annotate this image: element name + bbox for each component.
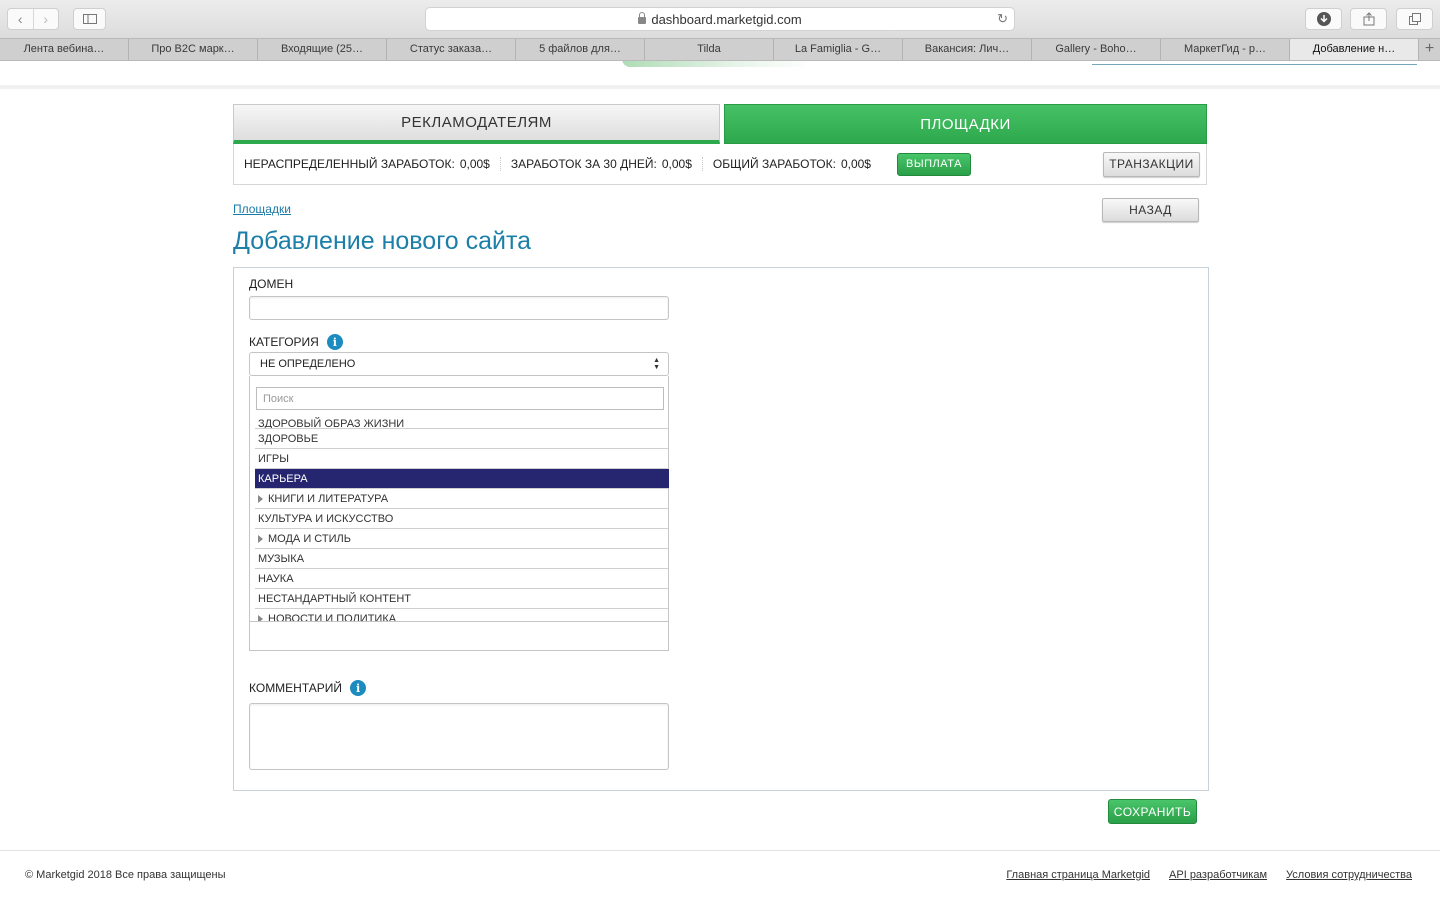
dropdown-footer bbox=[250, 621, 668, 650]
browser-tab[interactable]: Лента вебина… bbox=[0, 39, 129, 60]
category-dropdown: Поиск ЗДОРОВЫЙ ОБРАЗ ЖИЗНИ ЗДОРОВЬЕ ИГРЫ КА… bbox=[249, 376, 669, 651]
category-option[interactable]: ЗДОРОВЬЕ bbox=[255, 429, 669, 449]
transactions-button[interactable]: ТРАНЗАКЦИИ bbox=[1103, 151, 1200, 177]
footer-links: Главная страница Marketgid API разработч… bbox=[1006, 869, 1412, 881]
tab-strip: Лента вебина… Про B2C марк… Входящие (25… bbox=[0, 38, 1440, 61]
info-icon[interactable]: i bbox=[350, 680, 367, 696]
category-option-label: НАУКА bbox=[258, 572, 294, 585]
tabs-overview-icon[interactable] bbox=[1396, 8, 1433, 30]
back-button[interactable]: НАЗАД bbox=[1102, 198, 1199, 222]
browser-tab[interactable]: La Famiglia - G… bbox=[774, 39, 903, 60]
reload-icon[interactable]: ↻ bbox=[997, 11, 1008, 27]
earnings-unallocated-label: НЕРАСПРЕДЕЛЕННЫЙ ЗАРАБОТОК: bbox=[244, 157, 455, 171]
browser-tab[interactable]: 5 файлов для… bbox=[516, 39, 645, 60]
earnings-30-days-value: 0,00$ bbox=[661, 157, 692, 171]
browser-toolbar: ‹ › dashboard.marketgid.com ↻ bbox=[0, 0, 1440, 38]
category-option-label: МОДА И СТИЛЬ bbox=[268, 532, 351, 545]
address-text: dashboard.marketgid.com bbox=[651, 11, 802, 27]
browser-tab[interactable]: Статус заказа… bbox=[387, 39, 516, 60]
category-option[interactable]: НАУКА bbox=[255, 569, 669, 589]
earnings-total-value: 0,00$ bbox=[840, 157, 871, 171]
browser-tab[interactable]: МаркетГид - р… bbox=[1161, 39, 1290, 60]
sidebar-toggle-icon[interactable] bbox=[73, 8, 106, 30]
lock-icon bbox=[638, 11, 647, 24]
downloads-icon[interactable] bbox=[1305, 8, 1342, 30]
category-option[interactable]: ЗДОРОВЫЙ ОБРАЗ ЖИЗНИ bbox=[255, 416, 669, 429]
footer-link-home[interactable]: Главная страница Marketgid bbox=[1006, 869, 1150, 881]
earnings-bar: НЕРАСПРЕДЕЛЕННЫЙ ЗАРАБОТОК: 0,00$ ЗАРАБО… bbox=[233, 144, 1207, 185]
category-option-label: ЗДОРОВЬЕ bbox=[258, 432, 319, 445]
category-option[interactable]: КУЛЬТУРА И ИСКУССТВО bbox=[255, 509, 669, 529]
category-option-selected[interactable]: КАРЬЕРА bbox=[255, 469, 669, 489]
domain-label: ДОМЕН bbox=[249, 277, 293, 291]
footer-copyright: © Marketgid 2018 Все права защищены bbox=[25, 869, 226, 881]
breadcrumb[interactable]: Площадки bbox=[233, 202, 291, 216]
category-option-label: КНИГИ И ЛИТЕРАТУРА bbox=[268, 492, 389, 505]
expand-caret-icon[interactable] bbox=[258, 494, 263, 503]
earnings-30-days-label: ЗАРАБОТОК ЗА 30 ДНЕЙ: bbox=[510, 157, 657, 171]
domain-label-text: ДОМЕН bbox=[249, 277, 294, 291]
category-label-text: КАТЕГОРИЯ bbox=[249, 335, 319, 349]
expand-caret-icon[interactable] bbox=[258, 534, 263, 543]
comment-textarea[interactable] bbox=[249, 703, 669, 770]
category-search-input[interactable]: Поиск bbox=[256, 387, 664, 410]
page-title: Добавление нового сайта bbox=[233, 227, 532, 255]
info-icon[interactable]: i bbox=[326, 334, 343, 350]
category-option-label: МУЗЫКА bbox=[258, 552, 305, 565]
category-option-label: КАРЬЕРА bbox=[258, 472, 308, 485]
footer-divider bbox=[0, 850, 1440, 851]
browser-tab[interactable]: Про B2C марк… bbox=[129, 39, 258, 60]
earnings-30-days: ЗАРАБОТОК ЗА 30 ДНЕЙ: 0,00$ bbox=[499, 157, 702, 171]
save-button[interactable]: СОХРАНИТЬ bbox=[1108, 799, 1197, 824]
browser-tab-active[interactable]: Добавление н… bbox=[1290, 39, 1419, 60]
section-tabs: РЕКЛАМОДАТЕЛЯМ ПЛОЩАДКИ bbox=[233, 104, 1207, 144]
category-option[interactable]: КНИГИ И ЛИТЕРАТУРА bbox=[255, 489, 669, 509]
category-option-label: ЗДОРОВЫЙ ОБРАЗ ЖИЗНИ bbox=[258, 418, 405, 429]
category-label: КАТЕГОРИЯ i bbox=[249, 334, 343, 350]
browser-tab[interactable]: Входящие (25… bbox=[258, 39, 387, 60]
category-select-value: НЕ ОПРЕДЕЛЕНО bbox=[260, 358, 356, 370]
new-tab-button[interactable]: + bbox=[1419, 39, 1440, 60]
category-option-label: НЕСТАНДАРТНЫЙ КОНТЕНТ bbox=[258, 592, 411, 605]
category-list[interactable]: ЗДОРОВЫЙ ОБРАЗ ЖИЗНИ ЗДОРОВЬЕ ИГРЫ КАРЬЕРА К… bbox=[255, 416, 669, 622]
earnings-total-label: ОБЩИЙ ЗАРАБОТОК: bbox=[712, 157, 836, 171]
category-option[interactable]: МУЗЫКА bbox=[255, 549, 669, 569]
earnings-total: ОБЩИЙ ЗАРАБОТОК: 0,00$ bbox=[701, 157, 881, 171]
logo-fragment bbox=[622, 61, 812, 67]
earnings-unallocated: НЕРАСПРЕДЕЛЕННЫЙ ЗАРАБОТОК: 0,00$ bbox=[234, 157, 500, 171]
footer-link-api[interactable]: API разработчикам bbox=[1169, 869, 1267, 881]
tab-advertisers[interactable]: РЕКЛАМОДАТЕЛЯМ bbox=[233, 104, 720, 144]
category-option[interactable]: ИГРЫ bbox=[255, 449, 669, 469]
history-nav: ‹ › bbox=[7, 8, 59, 30]
category-option[interactable]: НЕСТАНДАРТНЫЙ КОНТЕНТ bbox=[255, 589, 669, 609]
back-arrow-icon[interactable]: ‹ bbox=[8, 9, 33, 29]
category-option-label: КУЛЬТУРА И ИСКУССТВО bbox=[258, 512, 394, 525]
browser-tab[interactable]: Gallery - Boho… bbox=[1032, 39, 1161, 60]
category-select[interactable]: НЕ ОПРЕДЕЛЕНО ▲ ▼ bbox=[249, 352, 669, 376]
footer-link-terms[interactable]: Условия сотрудничества bbox=[1286, 869, 1412, 881]
forward-arrow-icon[interactable]: › bbox=[32, 9, 59, 29]
browser-tab[interactable]: Tilda bbox=[645, 39, 774, 60]
domain-input[interactable] bbox=[249, 296, 669, 320]
share-icon[interactable] bbox=[1350, 8, 1387, 30]
address-bar[interactable]: dashboard.marketgid.com ↻ bbox=[425, 7, 1015, 31]
tab-sites[interactable]: ПЛОЩАДКИ bbox=[724, 104, 1207, 144]
comment-label: КОММЕНТАРИЙ i bbox=[249, 680, 367, 696]
header-links-fragment bbox=[1092, 61, 1417, 65]
site-header-scrolled bbox=[0, 61, 1440, 89]
comment-label-text: КОММЕНТАРИЙ bbox=[249, 681, 343, 695]
payout-button[interactable]: ВЫПЛАТА bbox=[896, 152, 971, 176]
select-arrows-icon: ▲ ▼ bbox=[653, 357, 660, 371]
earnings-unallocated-value: 0,00$ bbox=[459, 157, 490, 171]
category-option-label: ИГРЫ bbox=[258, 452, 289, 465]
browser-tab[interactable]: Вакансия: Лич… bbox=[903, 39, 1032, 60]
category-option[interactable]: МОДА И СТИЛЬ bbox=[255, 529, 669, 549]
